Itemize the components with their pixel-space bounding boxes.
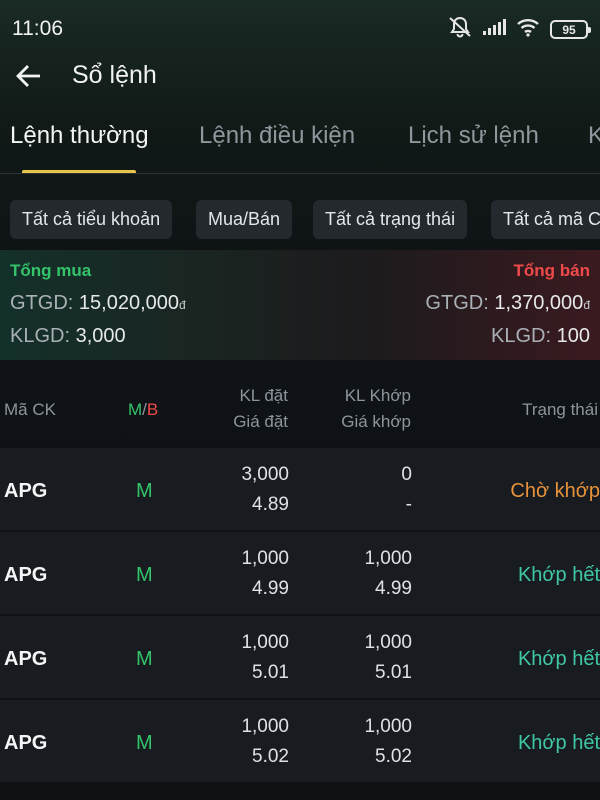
wifi-icon [516,17,540,42]
tab-order-history[interactable]: Lịch sử lệnh [408,122,539,150]
row-qty-order: 3,000 [241,464,289,485]
order-table-header: Mã CK M/B KL đặt Giá đặt KL Khớp Giá khớ… [0,360,600,446]
sell-gtgd-label: GTGD: [425,292,489,314]
filter-symbol[interactable]: Tất cả mã C [491,200,600,239]
row-code: APG [4,480,48,502]
sell-volume: KLGD: 100 [491,325,590,348]
currency-unit: đ [583,298,590,312]
filter-subaccount[interactable]: Tất cả tiểu khoản [10,200,173,239]
sell-klgd-label: KLGD: [491,325,552,347]
signal-icon [482,18,506,41]
filter-bar: Tất cả tiểu khoản Mua/Bán Tất cả trạng t… [0,200,600,240]
order-row[interactable]: APG M 1,000 5.02 1,000 5.02 Khớp hết [0,700,600,782]
row-code: APG [4,732,48,754]
tab-conditional-orders[interactable]: Lệnh điều kiện [199,122,355,150]
row-price-match: 4.99 [375,578,412,599]
row-price-order: 4.99 [252,578,289,599]
sell-klgd-value: 100 [556,325,590,347]
row-qty-order: 1,000 [241,716,289,737]
row-price-match: 5.01 [375,662,412,683]
sell-gtgd-value: 1,370,000 [494,292,584,314]
header-side-b: B [146,400,159,419]
row-status: Chờ khớp [510,480,600,502]
buy-klgd-value: 3,000 [75,325,126,347]
status-icons: 95 [448,16,591,43]
order-row[interactable]: APG M 3,000 4.89 0 - Chờ khớp [0,448,600,530]
header-status: Trạng thái [522,400,598,419]
currency-unit: đ [179,298,186,312]
active-tab-indicator [22,170,136,173]
header-side: M/B [128,400,158,420]
buy-volume: KLGD: 3,000 [10,325,126,348]
header-code: Mã CK [4,400,56,419]
header-price-match: Giá khớp [341,412,411,431]
header-price-order: Giá đặt [233,412,288,431]
filter-buy-sell[interactable]: Mua/Bán [196,200,293,239]
arrow-left-icon [14,64,42,93]
row-price-match: - [405,494,412,515]
tab-normal-orders[interactable]: Lệnh thường [10,122,149,150]
row-qty-match: 0 [401,464,412,485]
buy-gtgd-label: GTGD: [10,292,74,314]
tab-more[interactable]: K [588,122,600,150]
total-sell-title: Tổng bán [513,261,590,280]
row-qty-match: 1,000 [364,716,412,737]
row-price-order: 4.89 [252,494,289,515]
filter-status[interactable]: Tất cả trạng thái [313,200,468,239]
buy-value: GTGD: 15,020,000đ [10,292,186,315]
app-header: Sổ lệnh [0,58,600,98]
row-status: Khớp hết [517,648,600,670]
row-side: M [136,564,153,586]
row-side: M [136,732,153,754]
row-code: APG [4,564,48,586]
order-row[interactable]: APG M 1,000 4.99 1,000 4.99 Khớp hết [0,532,600,614]
header-qty-order: KL đặt [239,386,288,405]
row-qty-order: 1,000 [241,548,289,569]
status-time: 11:06 [12,17,63,40]
status-bar: 11:06 95 [0,0,600,58]
row-side: M [136,480,153,502]
row-qty-order: 1,000 [241,632,289,653]
page-title: Sổ lệnh [72,61,157,89]
buy-klgd-label: KLGD: [10,325,71,347]
muted-bell-icon [448,16,472,43]
row-price-match: 5.02 [375,746,412,767]
row-side: M [136,648,153,670]
row-price-order: 5.01 [252,662,289,683]
back-button[interactable] [10,60,46,96]
header-side-m: M [128,400,143,419]
row-price-order: 5.02 [252,746,289,767]
row-qty-match: 1,000 [364,632,412,653]
row-qty-match: 1,000 [364,548,412,569]
order-summary: Tổng mua Tổng bán GTGD: 15,020,000đ KLGD… [0,250,600,360]
sell-value: GTGD: 1,370,000đ [425,292,590,315]
order-row[interactable]: APG M 1,000 5.01 1,000 5.01 Khớp hết [0,616,600,698]
order-tabs: Lệnh thường Lệnh điều kiện Lịch sử lệnh … [0,108,600,174]
row-code: APG [4,648,48,670]
total-buy-title: Tổng mua [10,261,92,280]
battery-icon: 95 [550,20,591,39]
row-status: Khớp hết [517,732,600,754]
header-qty-match: KL Khớp [344,386,411,405]
buy-gtgd-value: 15,020,000 [78,292,180,314]
row-status: Khớp hết [517,564,600,586]
